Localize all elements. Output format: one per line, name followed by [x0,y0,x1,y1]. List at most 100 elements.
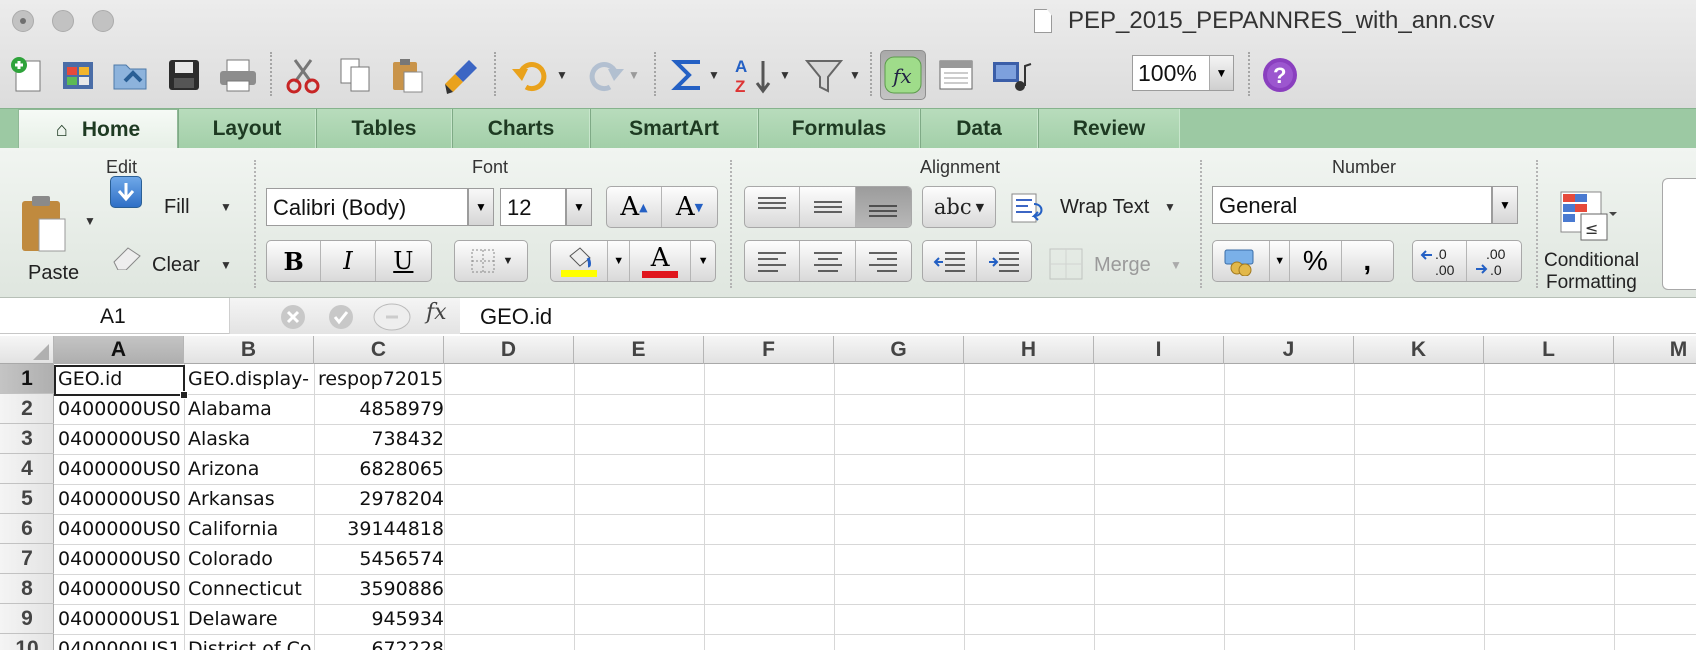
number-format-field[interactable]: General [1212,186,1492,224]
cell-b[interactable]: Arizona [184,454,313,484]
help-button[interactable]: ? [1258,50,1302,100]
column-header-c[interactable]: C [314,336,444,364]
fill-handle[interactable] [180,391,188,399]
column-header-l[interactable]: L [1484,336,1614,364]
undo-button[interactable]: ▼ [506,50,572,100]
wrap-text-caret[interactable]: ▼ [1164,200,1176,214]
row-header[interactable]: 3 [0,424,54,454]
clear-button[interactable] [110,244,144,270]
font-size-field[interactable]: 12 [500,188,566,226]
tab-review[interactable]: Review [1038,109,1180,149]
cut-button[interactable] [282,50,324,100]
insert-function-button[interactable]: fx [426,300,447,325]
styles-gallery[interactable] [1662,178,1696,290]
cell-b[interactable]: Arkansas [184,484,313,514]
cell-b[interactable]: District of Co [184,634,313,650]
format-painter-button[interactable] [438,50,484,100]
cell-a[interactable]: 0400000US0 [54,484,183,514]
cancel-entry-icon[interactable] [280,304,306,330]
accounting-button[interactable] [1213,241,1271,281]
zoom-window-button[interactable] [92,10,114,32]
highlight-color-caret[interactable]: ▼ [608,241,631,281]
align-right-button[interactable] [856,241,911,281]
increase-indent-button[interactable] [977,241,1031,281]
accounting-caret[interactable]: ▼ [1270,241,1291,281]
borders-button[interactable]: ▼ [454,240,528,282]
align-bottom-button[interactable] [855,187,911,227]
tab-data[interactable]: Data [920,109,1038,149]
row-header[interactable]: 9 [0,604,54,634]
cell-b[interactable]: Delaware [184,604,313,634]
fill-button[interactable] [110,176,142,208]
cell-a[interactable]: 0400000US0 [54,394,183,424]
column-header-k[interactable]: K [1354,336,1484,364]
select-all-button[interactable] [0,336,54,364]
cell-a[interactable]: 0400000US0 [54,574,183,604]
row-header[interactable]: 4 [0,454,54,484]
confirm-entry-icon[interactable] [328,304,354,330]
cell-b[interactable]: California [184,514,313,544]
filter-button[interactable]: ▼ [800,50,864,100]
copy-button[interactable] [334,50,376,100]
tab-layout[interactable]: Layout [178,109,316,149]
cell-c[interactable]: 6828065 [314,454,448,484]
cell-b[interactable]: Colorado [184,544,313,574]
new-workbook-button[interactable] [6,50,46,100]
fill-caret[interactable]: ▼ [220,200,232,214]
increase-decimal-button[interactable]: .0.00 [1413,241,1468,281]
wrap-text-button[interactable] [1010,188,1050,228]
row-header[interactable]: 6 [0,514,54,544]
tab-charts[interactable]: Charts [452,109,590,149]
align-center-button[interactable] [800,241,856,281]
media-browser-button[interactable] [988,50,1036,100]
decrease-indent-button[interactable] [923,241,978,281]
cell-a[interactable]: 0400000US0 [54,454,183,484]
row-header[interactable]: 10 [0,634,54,650]
column-header-g[interactable]: G [834,336,964,364]
cell-c[interactable]: 3590886 [314,574,448,604]
merge-button[interactable] [1048,246,1084,282]
tab-smartart[interactable]: SmartArt [590,109,758,149]
cell-a[interactable]: 0400000US0 [54,514,183,544]
tab-formulas[interactable]: Formulas [758,109,920,149]
cell-c[interactable]: 5456574 [314,544,448,574]
column-header-f[interactable]: F [704,336,834,364]
row-header[interactable]: 2 [0,394,54,424]
name-box[interactable]: A1 [0,298,230,334]
column-header-a[interactable]: A [54,336,184,364]
bold-button[interactable]: B [267,241,322,281]
align-top-button[interactable] [745,187,801,227]
print-button[interactable] [216,50,260,100]
comma-style-button[interactable]: , [1342,241,1393,281]
cell-c[interactable]: 39144818 [314,514,448,544]
column-header-i[interactable]: I [1094,336,1224,364]
row-header[interactable]: 8 [0,574,54,604]
redo-button[interactable]: ▼ [578,50,644,100]
cell-b[interactable]: GEO.display- [184,364,313,394]
grow-font-button[interactable]: A ▲ [607,187,663,227]
font-name-field[interactable]: Calibri (Body) [266,188,468,226]
clear-caret[interactable]: ▼ [220,258,232,272]
function-dropdown-icon[interactable] [372,302,412,332]
underline-button[interactable]: U [376,241,431,281]
cell-a[interactable]: 0400000US0 [54,424,183,454]
formula-input[interactable]: GEO.id [480,304,552,330]
cell-c[interactable]: 4858979 [314,394,448,424]
row-header[interactable]: 7 [0,544,54,574]
cell-c[interactable]: 945934 [314,604,448,634]
tab-home[interactable]: ⌂ Home [18,109,178,150]
toolbox-button[interactable] [934,50,978,100]
font-size-dropdown[interactable]: ▼ [566,188,592,226]
cell-c[interactable]: 2978204 [314,484,448,514]
paste-options-caret[interactable]: ▼ [84,214,96,228]
row-header[interactable]: 1 [0,364,54,394]
zoom-dropdown-button[interactable]: ▼ [1209,56,1233,90]
align-left-button[interactable] [745,241,801,281]
row-header[interactable]: 5 [0,484,54,514]
cell-b[interactable]: Alabama [184,394,313,424]
number-format-dropdown[interactable]: ▼ [1492,186,1518,224]
text-orientation-button[interactable]: abc ▼ [922,186,996,228]
formula-builder-button[interactable]: fx [880,50,926,100]
font-color-button[interactable]: A [630,241,692,281]
merge-caret[interactable]: ▼ [1170,258,1182,272]
